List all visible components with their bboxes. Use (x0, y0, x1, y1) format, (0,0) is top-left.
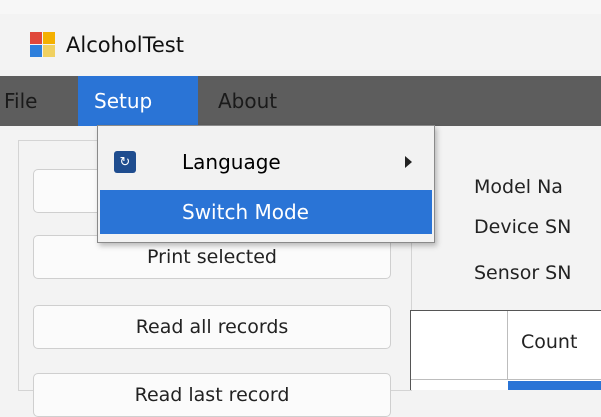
submenu-arrow-icon (405, 156, 412, 168)
menu-item-language[interactable]: ↻ Language (100, 140, 432, 184)
records-table[interactable]: Count (410, 310, 601, 390)
language-icon: ↻ (114, 151, 136, 173)
title-bar: AlcoholTest (0, 14, 601, 76)
menu-about[interactable]: About (198, 76, 289, 126)
column-divider (507, 311, 508, 379)
menu-item-switch-mode[interactable]: Switch Mode (100, 190, 432, 234)
app-icon (30, 32, 56, 58)
setup-dropdown-menu: ↻ Language Switch Mode (97, 125, 435, 243)
menu-file[interactable]: File (0, 76, 78, 126)
sensor-sn-label: Sensor SN (474, 262, 572, 284)
background-window-strip (0, 0, 601, 14)
menu-item-language-label: Language (182, 150, 281, 174)
window-title: AlcoholTest (66, 33, 184, 57)
model-name-label: Model Na (474, 176, 563, 198)
menu-item-switch-mode-label: Switch Mode (182, 200, 309, 224)
read-last-record-button[interactable]: Read last record (33, 373, 391, 417)
menu-setup[interactable]: Setup (78, 76, 198, 126)
read-all-records-button[interactable]: Read all records (33, 305, 391, 349)
menu-bar: File Setup About (0, 76, 601, 126)
header-divider (411, 379, 601, 380)
column-header-count[interactable]: Count (521, 331, 577, 353)
device-sn-label: Device SN (474, 216, 572, 238)
